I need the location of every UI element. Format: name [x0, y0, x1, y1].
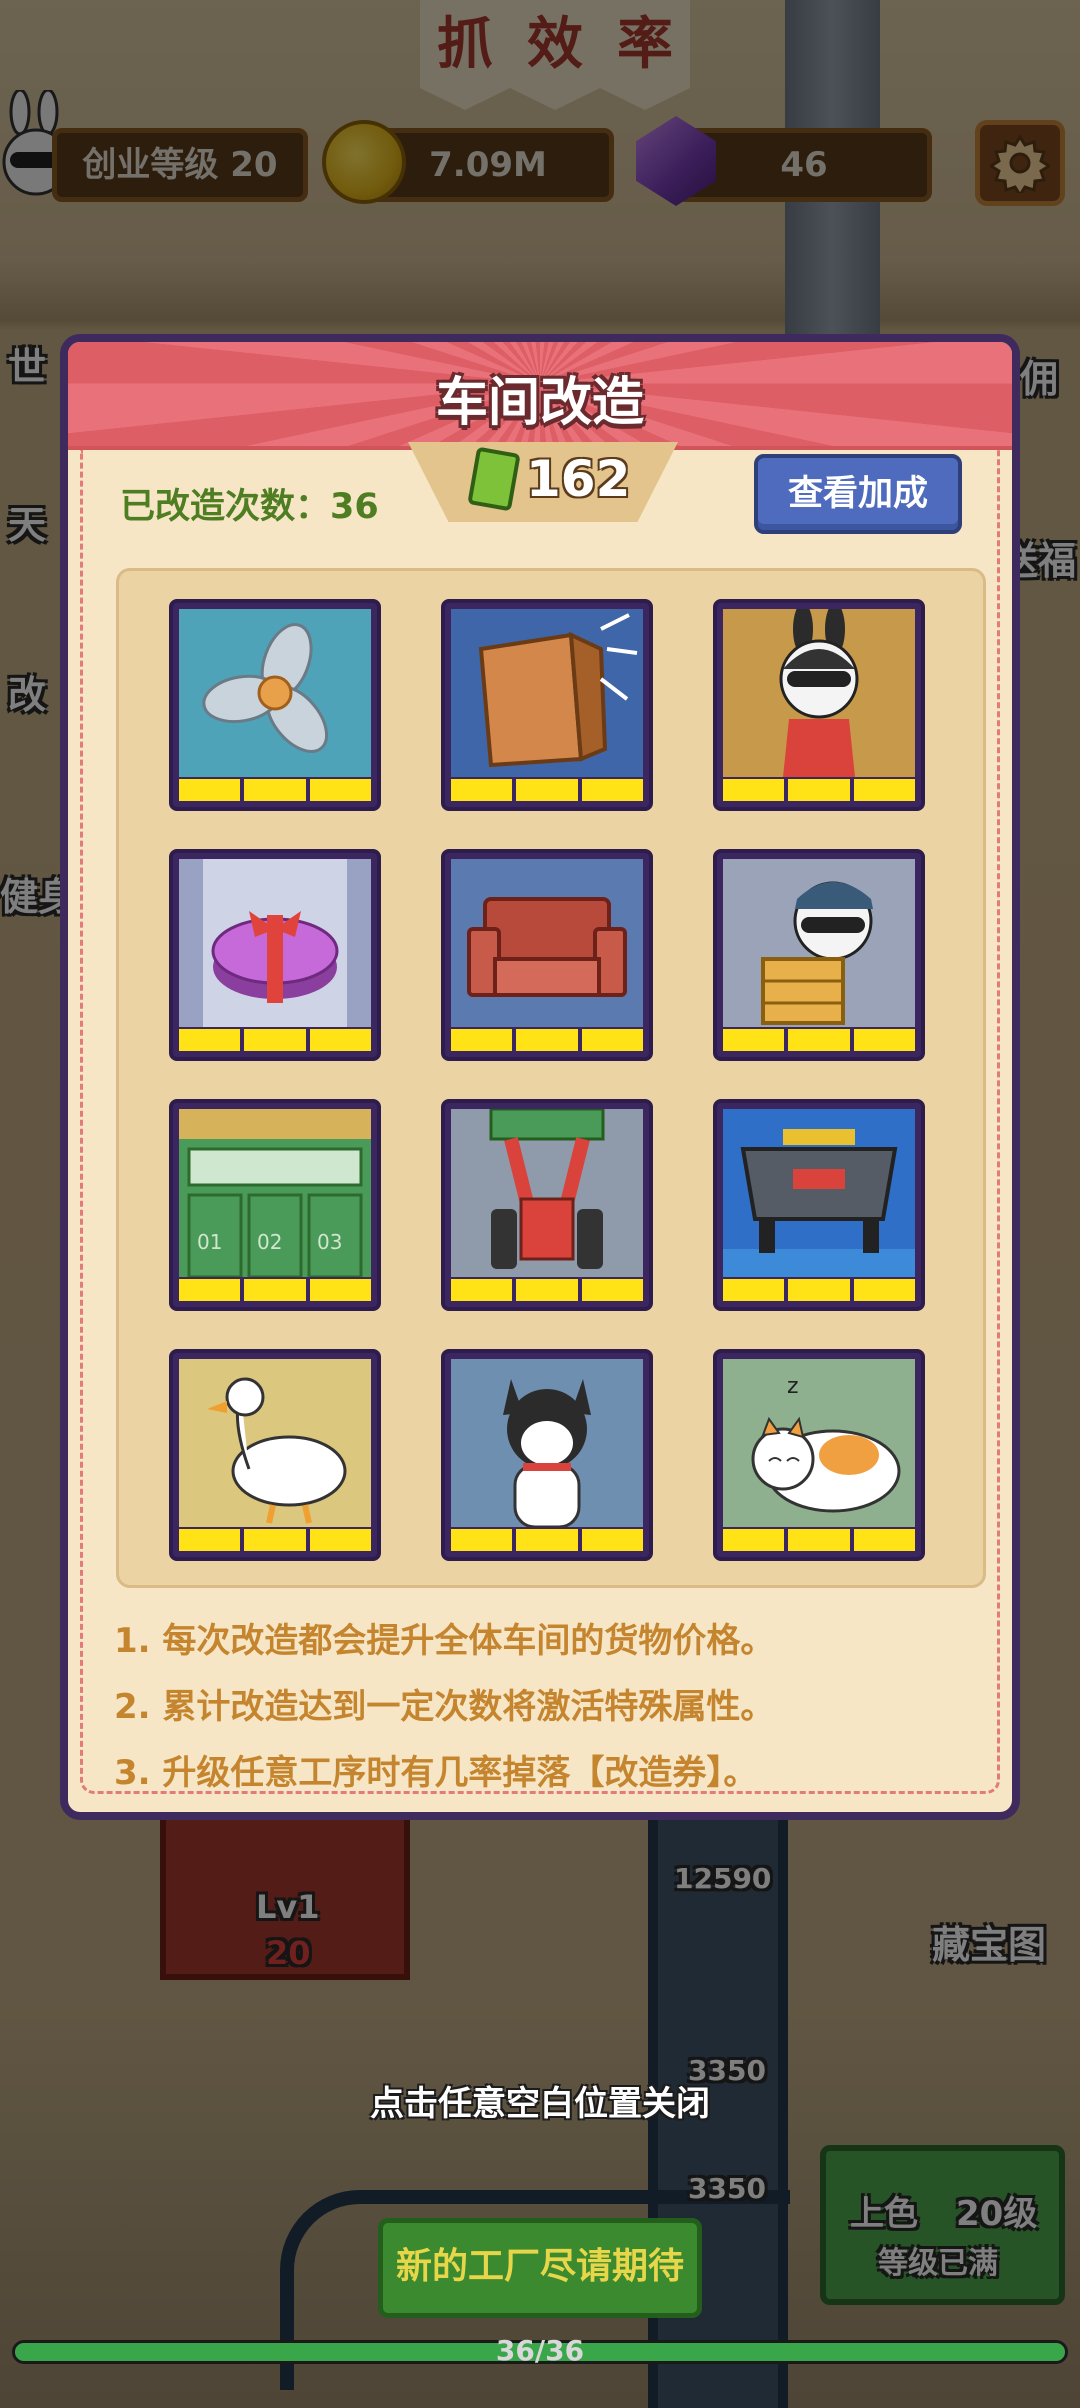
- duck-icon: [179, 1359, 371, 1527]
- forklift-icon: [451, 1107, 643, 1277]
- svg-text:z: z: [787, 1374, 799, 1399]
- view-bonus-button[interactable]: 查看加成: [754, 454, 962, 534]
- husky-icon: [451, 1359, 643, 1529]
- card-gift-box[interactable]: [169, 849, 381, 1061]
- gift-box-icon: [179, 859, 371, 1027]
- card-red-sofa[interactable]: [441, 849, 653, 1061]
- card-rabbit-carrying-box[interactable]: [713, 849, 925, 1061]
- svg-text:01: 01: [197, 1230, 222, 1254]
- card-conveyor-machine[interactable]: [713, 1099, 925, 1311]
- cat-icon: z: [723, 1359, 915, 1527]
- card-husky-dog[interactable]: [441, 1349, 653, 1561]
- rabbit-worker-icon: [723, 603, 915, 777]
- new-factory-button[interactable]: 新的工厂尽请期待: [378, 2218, 702, 2318]
- card-wooden-cabinet[interactable]: [441, 599, 653, 811]
- rabbit-carrier-icon: [723, 859, 915, 1027]
- rules-list: 1. 每次改造都会提升全体车间的货物价格。 2. 累计改造达到一定次数将激活特殊…: [114, 1608, 774, 1806]
- rule-item: 3. 升级任意工序时有几率掉落【改造券】。: [114, 1753, 758, 1793]
- warehouse-icon: 01 02 03: [179, 1109, 371, 1279]
- close-hint: 点击任意空白位置关闭: [370, 2084, 710, 2124]
- progress-text: 36/36: [495, 2334, 585, 2367]
- dialog-title: 车间改造: [435, 373, 644, 433]
- fan-icon: [179, 609, 371, 777]
- card-duck[interactable]: [169, 1349, 381, 1561]
- card-rabbit-worker[interactable]: [713, 599, 925, 811]
- renovation-count: 已改造次数：36: [120, 487, 379, 527]
- svg-text:02: 02: [257, 1230, 282, 1254]
- card-forklift[interactable]: [441, 1099, 653, 1311]
- cabinet-icon: [451, 609, 643, 777]
- card-fan[interactable]: [169, 599, 381, 811]
- rule-item: 1. 每次改造都会提升全体车间的货物价格。: [114, 1621, 775, 1661]
- workshop-renovation-dialog: 车间改造 已改造次数：36 162 查看加成 01 02 03 z 1. 每次改…: [60, 334, 1020, 1820]
- card-sleeping-cat[interactable]: z: [713, 1349, 925, 1561]
- sofa-icon: [451, 859, 643, 1027]
- svg-text:03: 03: [317, 1230, 342, 1254]
- renovation-grid: 01 02 03 z: [116, 568, 986, 1588]
- conveyor-machine-icon: [723, 1109, 915, 1277]
- ticket-count: 162: [526, 450, 631, 508]
- rule-item: 2. 累计改造达到一定次数将激活特殊属性。: [114, 1687, 775, 1727]
- card-warehouse-doors[interactable]: 01 02 03: [169, 1099, 381, 1311]
